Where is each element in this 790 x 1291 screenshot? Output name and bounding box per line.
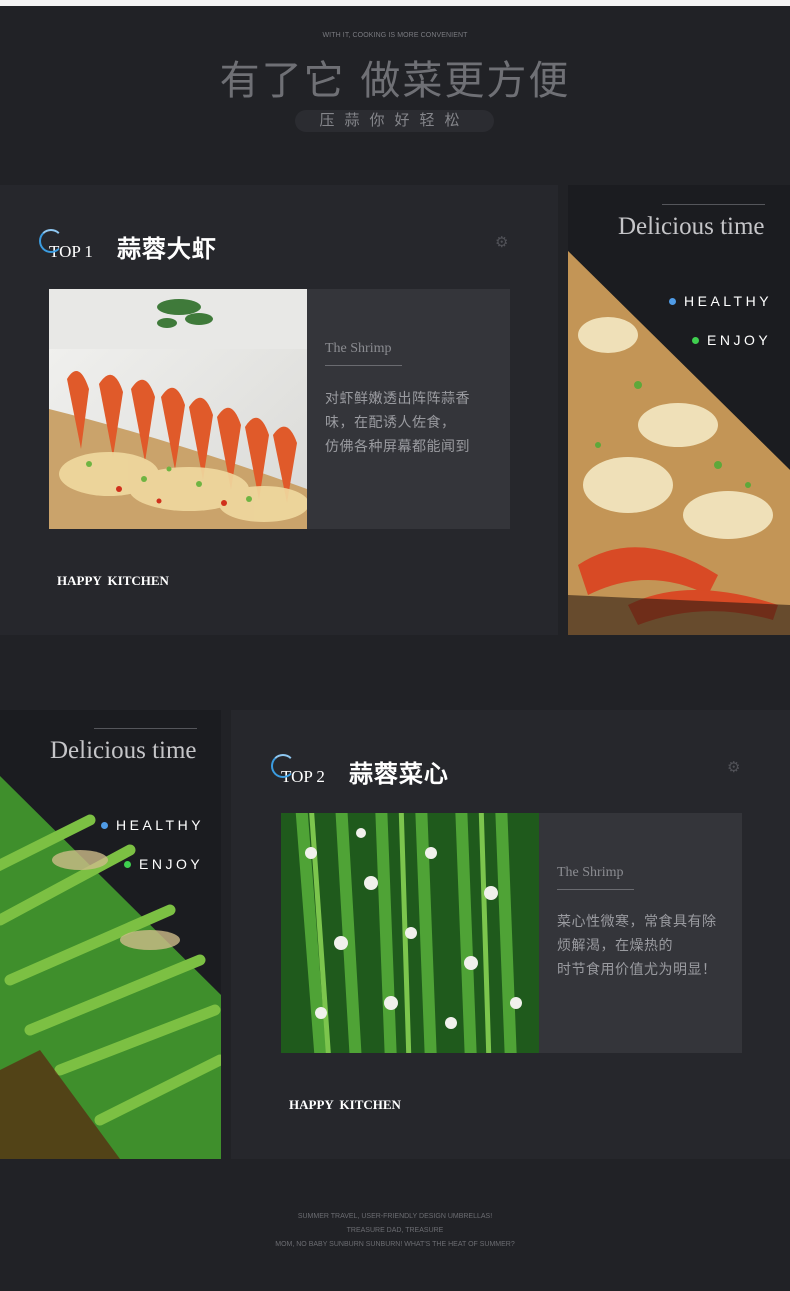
happy-kitchen-label: HAPPY KITCHEN (289, 1097, 401, 1112)
description-line: 味，在配诱人佐食， (325, 414, 456, 430)
dish-description: 菜心性微寒，常食具有除 烦解渴，在燥热的 时节食用价值尤为明显！ (557, 909, 737, 981)
rank-badge: TOP 1 蒜蓉大虾 (39, 229, 217, 264)
header-tagline: WITH IT, COOKING IS MORE CONVENIENT (322, 32, 468, 39)
gear-icon[interactable]: ⚙ (495, 233, 508, 251)
dish-subtitle: The Shrimp (557, 865, 624, 880)
footer-line: MOM, NO BABY SUNBURN SUNBURN! WHAT'S THE… (275, 1241, 515, 1248)
tag-label: ENJOY (139, 856, 204, 872)
description-panel: The Shrimp 对虾鲜嫩透出阵阵蒜香 味，在配诱人佐食， 仿佛各种屏幕都能… (307, 289, 510, 529)
gear-icon[interactable]: ⚙ (727, 758, 740, 776)
greens-photo (281, 813, 539, 1053)
side-panel-2: Delicious time HEALTHY ENJOY (0, 710, 221, 1159)
side-title: Delicious time (618, 213, 765, 240)
footer-text: SUMMER TRAVEL, USER-FRIENDLY DESIGN UMBR… (0, 1210, 790, 1252)
loading-ring-icon (271, 754, 295, 778)
food-diagonal-photo (568, 251, 790, 635)
dot-icon (669, 297, 676, 305)
food-diagonal-photo (0, 776, 221, 1159)
tag-healthy: HEALTHY (669, 293, 772, 309)
description-line: 时节食用价值尤为明显！ (557, 961, 717, 977)
dish-name: 蒜蓉大虾 (116, 236, 217, 263)
dish-card-1: TOP 1 蒜蓉大虾 ⚙ The Shrimp 对虾鲜嫩透出阵阵蒜香 味，在配诱… (0, 185, 558, 635)
tag-enjoy: ENJOY (124, 856, 203, 872)
description-panel: The Shrimp 菜心性微寒，常食具有除 烦解渴，在燥热的 时节食用价值尤为… (539, 813, 742, 1053)
divider (325, 365, 402, 366)
rank-badge: TOP 2 蒜蓉菜心 (271, 754, 449, 789)
header-subtitle-pill: 压蒜你好轻松 (295, 110, 494, 132)
description-line: 对虾鲜嫩透出阵阵蒜香 (325, 390, 470, 406)
tag-healthy: HEALTHY (101, 817, 204, 833)
dish-description: 对虾鲜嫩透出阵阵蒜香 味，在配诱人佐食， 仿佛各种屏幕都能闻到 (325, 386, 505, 458)
description-line: 菜心性微寒，常食具有除 (557, 913, 717, 929)
tag-label: HEALTHY (116, 817, 205, 833)
divider (662, 204, 765, 205)
footer-line: SUMMER TRAVEL, USER-FRIENDLY DESIGN UMBR… (297, 1213, 493, 1220)
divider (94, 728, 197, 729)
shrimp-photo (49, 289, 307, 529)
dish-subtitle: The Shrimp (325, 341, 392, 356)
tag-enjoy: ENJOY (692, 332, 771, 348)
dot-icon (101, 821, 108, 829)
top-border (0, 0, 790, 6)
side-title: Delicious time (50, 737, 197, 764)
description-line: 烦解渴，在燥热的 (557, 937, 673, 953)
page-title: 有了它 做菜更方便 (219, 58, 571, 104)
dish-card-2: TOP 2 蒜蓉菜心 ⚙ The Shrimp 菜心性微寒，常食具有除 烦解渴，… (231, 710, 790, 1159)
loading-ring-icon (39, 229, 63, 253)
tag-label: HEALTHY (684, 293, 773, 309)
divider (557, 889, 634, 890)
dot-icon (692, 336, 699, 344)
tag-label: ENJOY (707, 332, 772, 348)
happy-kitchen-label: HAPPY KITCHEN (57, 573, 169, 588)
dot-icon (124, 860, 131, 868)
description-line: 仿佛各种屏幕都能闻到 (325, 438, 470, 454)
footer-line: TREASURE DAD, TREASURE (346, 1227, 444, 1234)
side-panel-1: Delicious time HEALTHY ENJOY (568, 185, 790, 635)
dish-name: 蒜蓉菜心 (348, 761, 449, 788)
